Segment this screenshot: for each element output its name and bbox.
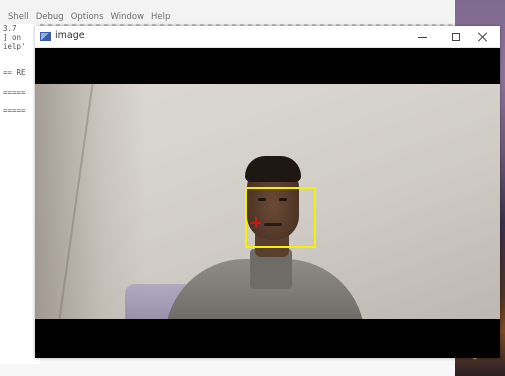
shell-line: ===== [3, 88, 26, 97]
app-window-icon [40, 32, 51, 41]
webcam-frame [35, 84, 500, 319]
minimize-button[interactable] [405, 26, 439, 48]
image-window[interactable]: image [35, 26, 500, 358]
shell-text-area[interactable]: 3.7 ] on ielp' == RE ===== ===== [0, 24, 40, 364]
image-window-titlebar[interactable]: image [35, 26, 500, 48]
minimize-icon [417, 36, 427, 38]
image-canvas [35, 48, 500, 358]
crosshair-marker-icon [250, 217, 261, 228]
shell-line: ===== [3, 106, 26, 115]
menu-shell[interactable]: Shell [8, 12, 29, 24]
shell-line: ] on [3, 33, 22, 42]
shell-menubar: Shell Debug Options Window Help [0, 0, 455, 24]
menu-options[interactable]: Options [71, 12, 104, 24]
person-hair [245, 156, 301, 182]
desktop: Shell Debug Options Window Help 3.7 ] on… [0, 0, 505, 376]
maximize-icon [452, 33, 460, 41]
shell-line: 3.7 [3, 24, 17, 33]
close-button[interactable] [466, 26, 500, 48]
shell-line: ielp' [3, 42, 26, 51]
wall-shadow [35, 84, 145, 319]
menu-help[interactable]: Help [151, 12, 170, 24]
menu-window[interactable]: Window [111, 12, 145, 24]
shell-line: == RE [3, 68, 26, 77]
menu-debug[interactable]: Debug [36, 12, 64, 24]
window-title: image [55, 30, 85, 41]
close-icon [478, 32, 488, 42]
